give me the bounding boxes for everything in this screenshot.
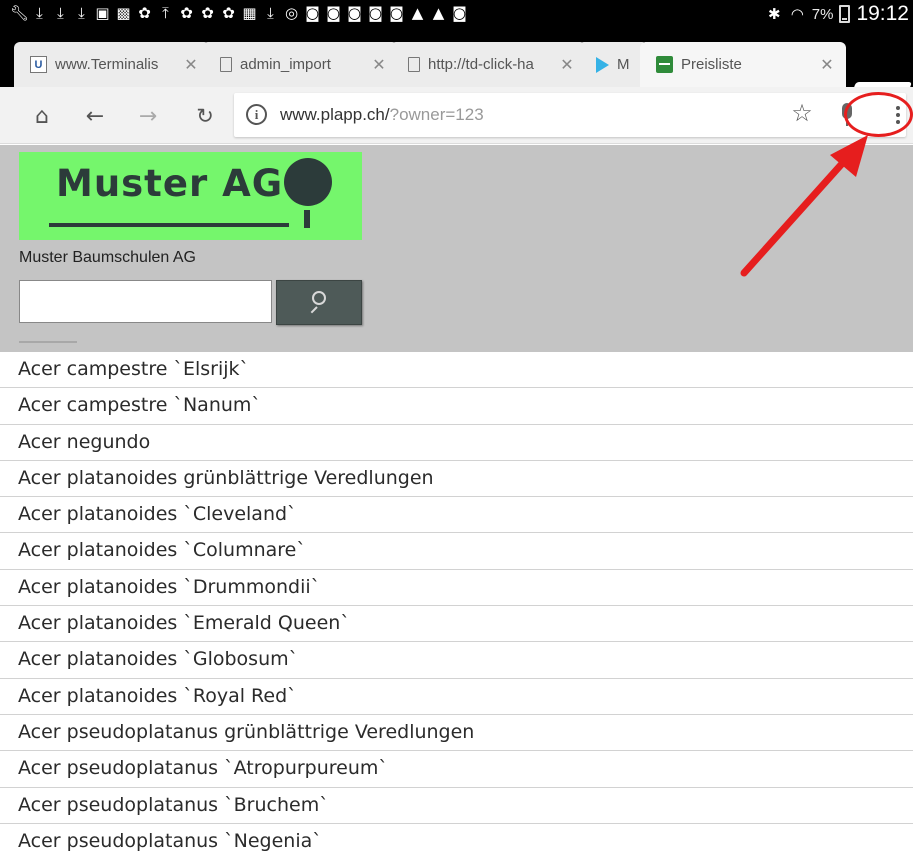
list-item[interactable]: Acer campestre `Elsrijk`: [0, 352, 913, 389]
tab-strip: U www.Terminalis ✕ admin_import ✕ http:/…: [0, 32, 913, 104]
document-icon: [408, 57, 420, 72]
list-item[interactable]: Acer pseudoplatanus `Negenia`: [0, 823, 913, 858]
tab-preisliste[interactable]: Preisliste ✕: [640, 42, 846, 87]
url-query: ?owner=123: [389, 105, 484, 124]
close-icon[interactable]: ✕: [180, 55, 202, 75]
flower-icon: ✿: [180, 4, 193, 22]
tab-title: www.Terminalis: [55, 56, 159, 73]
tab-title: Preisliste: [681, 56, 742, 73]
forward-arrow-icon[interactable]: →: [133, 101, 163, 131]
back-arrow-icon[interactable]: ←: [80, 101, 110, 131]
plant-list: Acer campestre `Elsrijk` Acer campestre …: [0, 352, 913, 858]
download-icon: ⤓: [78, 4, 85, 22]
close-icon[interactable]: ✕: [816, 55, 838, 75]
logo-underline: [49, 223, 289, 227]
tab-title: admin_import: [240, 56, 331, 73]
tab-terminalis[interactable]: U www.Terminalis ✕: [14, 42, 210, 87]
spreadsheet-icon: [656, 56, 673, 73]
bag-icon: ◙: [326, 4, 341, 22]
screen-icon: ▣: [95, 4, 110, 22]
list-item[interactable]: Acer platanoides `Columnare`: [0, 533, 913, 570]
document-icon: [220, 57, 232, 72]
list-item[interactable]: Acer pseudoplatanus `Bruchem`: [0, 787, 913, 824]
list-item[interactable]: Acer pseudoplatanus `Atropurpureum`: [0, 751, 913, 788]
download-icon: ⤓: [57, 4, 64, 22]
tab-title: http://td-click-ha: [428, 56, 534, 73]
bag-icon: ◙: [452, 4, 467, 22]
company-name: Muster Baumschulen AG: [19, 249, 196, 266]
list-item[interactable]: Acer platanoides `Globosum`: [0, 642, 913, 679]
app-icon: ▩: [116, 4, 131, 22]
status-right: ✱ ◠ 7% 19:12: [766, 2, 909, 26]
list-item[interactable]: Acer negundo: [0, 424, 913, 461]
logo-text: Muster AG: [56, 162, 284, 205]
list-item[interactable]: Acer platanoides `Royal Red`: [0, 678, 913, 715]
bag-icon: ◙: [305, 4, 320, 22]
clock: 19:12: [856, 2, 909, 25]
bag-icon: ◙: [347, 4, 362, 22]
bag-icon: ◙: [389, 4, 404, 22]
flower-icon: ✿: [138, 4, 151, 22]
wrench-icon: 🔧︎: [10, 4, 30, 22]
tab-admin-import[interactable]: admin_import ✕: [202, 42, 398, 87]
tree-trunk: [304, 210, 310, 228]
reload-icon[interactable]: ↻: [190, 101, 220, 131]
home-icon[interactable]: ⌂: [27, 101, 57, 131]
photo-icon: ▦: [242, 4, 257, 22]
battery-icon: [839, 5, 851, 23]
warning-icon: ▲: [411, 4, 424, 22]
search-input[interactable]: [19, 280, 272, 323]
list-item[interactable]: Acer platanoides `Emerald Queen`: [0, 606, 913, 643]
sync-icon: ◎: [284, 4, 299, 22]
flower-icon: ✿: [222, 4, 235, 22]
address-bar[interactable]: i www.plapp.ch/?owner=123 ☆: [234, 93, 906, 137]
bag-icon: ◙: [368, 4, 383, 22]
close-icon[interactable]: ✕: [368, 55, 390, 75]
microphone-icon[interactable]: [837, 101, 859, 129]
page-header: Muster AG Muster Baumschulen AG: [0, 145, 913, 352]
menu-kebab-icon[interactable]: [884, 98, 912, 132]
u-favicon-icon: U: [30, 56, 47, 73]
download-icon: ⤓: [36, 4, 43, 22]
battery-percent: 7%: [811, 5, 834, 23]
status-bar: 🔧︎ ⤓ ⤓ ⤓ ▣ ▩ ✿ ⤒ ✿ ✿ ✿ ▦ ⤓ ◎ ◙ ◙ ◙ ◙ ◙ ▲…: [0, 0, 913, 32]
warning-icon: ▲: [432, 4, 445, 22]
search-button[interactable]: [276, 280, 362, 325]
status-icons: 🔧︎ ⤓ ⤓ ⤓ ▣ ▩ ✿ ⤒ ✿ ✿ ✿ ▦ ⤓ ◎ ◙ ◙ ◙ ◙ ◙ ▲…: [10, 4, 468, 22]
star-icon[interactable]: ☆: [788, 99, 816, 129]
bluetooth-icon: ✱: [767, 5, 781, 23]
upload-icon: ⤒: [162, 4, 169, 22]
flower-icon: ✿: [201, 4, 214, 22]
tab-td-click[interactable]: http://td-click-ha ✕: [390, 42, 586, 87]
browser-toolbar: ⌂ ← → ↻ i www.plapp.ch/?owner=123 ☆: [0, 87, 913, 144]
list-item[interactable]: Acer platanoides `Drummondii`: [0, 569, 913, 607]
download-icon: ⤓: [267, 4, 274, 22]
tab-play[interactable]: M: [578, 42, 648, 87]
tree-icon: [284, 158, 332, 206]
url-text[interactable]: www.plapp.ch/?owner=123: [280, 105, 484, 125]
divider: [19, 341, 77, 343]
list-item[interactable]: Acer pseudoplatanus grünblättrige Veredl…: [0, 714, 913, 752]
company-logo[interactable]: Muster AG: [19, 152, 362, 240]
play-store-icon: [596, 56, 609, 73]
wifi-icon: ◠: [790, 5, 804, 23]
list-item[interactable]: Acer platanoides `Cleveland`: [0, 497, 913, 534]
close-icon[interactable]: ✕: [556, 55, 578, 75]
info-icon[interactable]: i: [246, 104, 267, 125]
list-item[interactable]: Acer campestre `Nanum`: [0, 388, 913, 425]
url-host: www.plapp.ch/: [280, 105, 390, 124]
list-item[interactable]: Acer platanoides grünblättrige Veredlung…: [0, 460, 913, 498]
